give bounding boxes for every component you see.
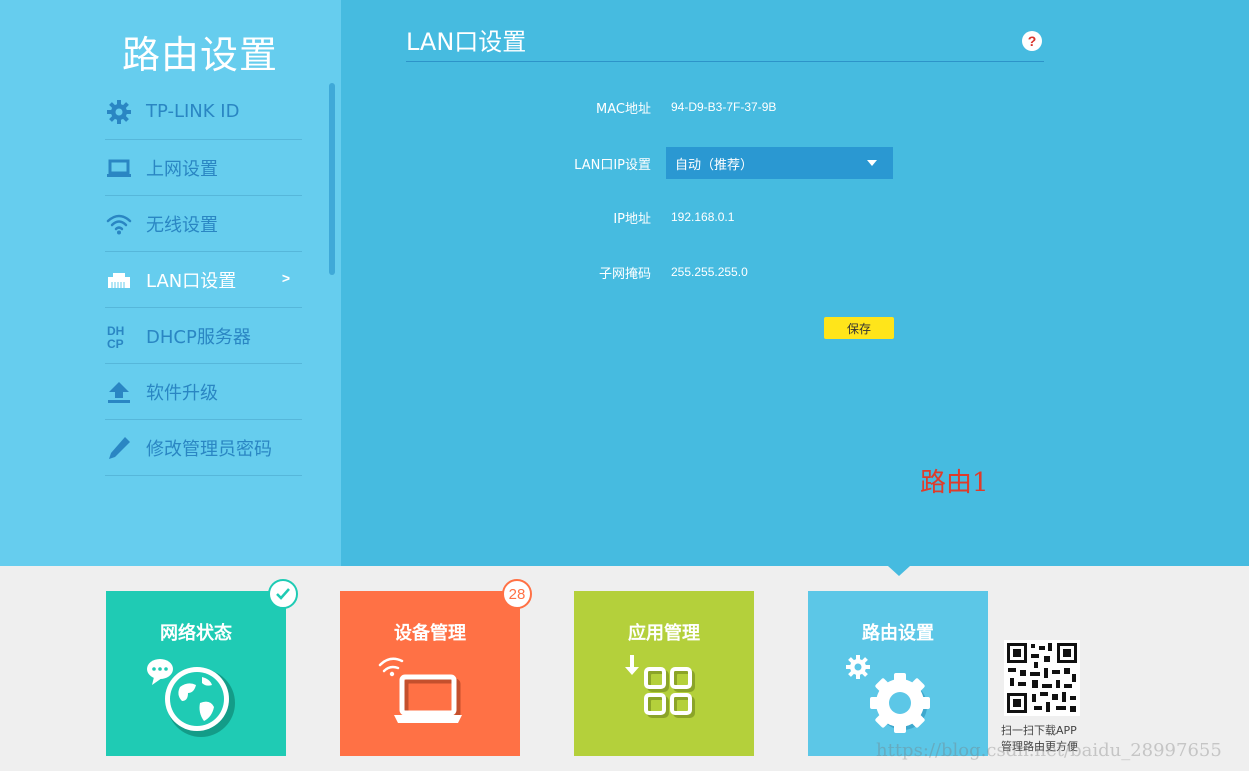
main-panel: 路由设置 TP-LINK ID 上网设置 无线设置 LAN口设置 > DH CP… [0,0,1249,566]
sidebar-item-lan[interactable]: LAN口设置 > [105,252,302,308]
lanip-label: LAN口IP设置 [574,157,651,173]
sidebar-item-dhcp[interactable]: DH CP DHCP服务器 [105,308,302,364]
sidebar-item-label: 修改管理员密码 [146,438,272,460]
mac-label: MAC地址 [596,101,651,117]
ip-value: 192.168.0.1 [671,210,735,224]
svg-text:DH: DH [107,324,124,338]
ip-row: IP地址 192.168.0.1 [450,201,950,233]
sidebar-title: 路由设置 [122,33,279,77]
sidebar-item-upgrade[interactable]: 软件升级 [105,364,302,420]
sidebar-item-tplink-id[interactable]: TP-LINK ID [105,84,302,140]
tile-label: 应用管理 [628,623,700,644]
check-badge-icon [268,579,298,609]
sidebar-item-internet[interactable]: 上网设置 [105,140,302,196]
lanip-mode-value: 自动（推荐） [675,157,754,173]
tile-router-settings[interactable]: 路由设置 [808,591,988,756]
sidebar-item-label: TP-LINK ID [146,101,240,122]
sidebar-scrollbar[interactable] [329,83,335,275]
lanip-row: LAN口IP设置 自动（推荐） [450,147,950,179]
globe-icon [147,659,235,737]
sidebar-item-label: 上网设置 [146,158,218,180]
tile-label: 路由设置 [862,623,934,644]
apps-grid-icon [625,655,695,718]
laptop-wifi-icon [378,657,462,723]
caret-down-icon [867,160,877,166]
title-divider [406,61,1044,62]
mask-row: 子网掩码 255.255.255.0 [450,256,950,288]
sidebar-menu: TP-LINK ID 上网设置 无线设置 LAN口设置 > DH CP DHCP… [105,84,302,476]
sidebar-item-label: DHCP服务器 [146,326,251,348]
wifi-icon [105,210,133,238]
ip-label: IP地址 [613,211,651,227]
watermark: https://blog.csdn.net/baidu_28997655 [876,740,1222,761]
laptop-icon [105,154,133,182]
tile-app-management[interactable]: 应用管理 [574,591,754,756]
sidebar-item-label: 软件升级 [146,382,218,404]
mac-value: 94-D9-B3-7F-37-9B [671,100,777,114]
tile-label: 设备管理 [394,623,466,644]
chevron-right-icon: > [281,270,290,286]
device-count-badge: 28 [502,579,532,609]
save-button[interactable]: 保存 [824,317,894,339]
ethernet-port-icon [105,266,133,294]
lanip-mode-select[interactable]: 自动（推荐） [666,147,893,179]
qr-code [1004,640,1080,716]
mask-value: 255.255.255.0 [671,265,748,279]
active-tile-pointer [888,566,910,576]
upload-icon [105,378,133,406]
sidebar: 路由设置 TP-LINK ID 上网设置 无线设置 LAN口设置 > DH CP… [0,0,341,566]
sidebar-item-label: 无线设置 [146,214,218,236]
qr-caption-line1: 扫一扫下载APP [1001,724,1077,737]
gears-icon [846,655,930,733]
tile-network-status[interactable]: 网络状态 [106,591,286,756]
tile-device-management[interactable]: 设备管理 [340,591,520,756]
page-title: LAN口设置 [406,28,527,56]
svg-text:CP: CP [107,337,124,349]
sidebar-item-label: LAN口设置 [146,270,237,292]
annotation-text: 路由1 [920,468,989,498]
sidebar-item-wireless[interactable]: 无线设置 [105,196,302,252]
gear-icon [105,98,133,126]
dhcp-icon: DH CP [105,322,133,350]
sidebar-item-password[interactable]: 修改管理员密码 [105,420,302,476]
tile-label: 网络状态 [160,623,232,644]
mask-label: 子网掩码 [598,266,651,282]
mac-row: MAC地址 94-D9-B3-7F-37-9B [450,91,950,123]
help-icon[interactable]: ? [1022,31,1042,51]
pencil-icon [105,434,133,462]
